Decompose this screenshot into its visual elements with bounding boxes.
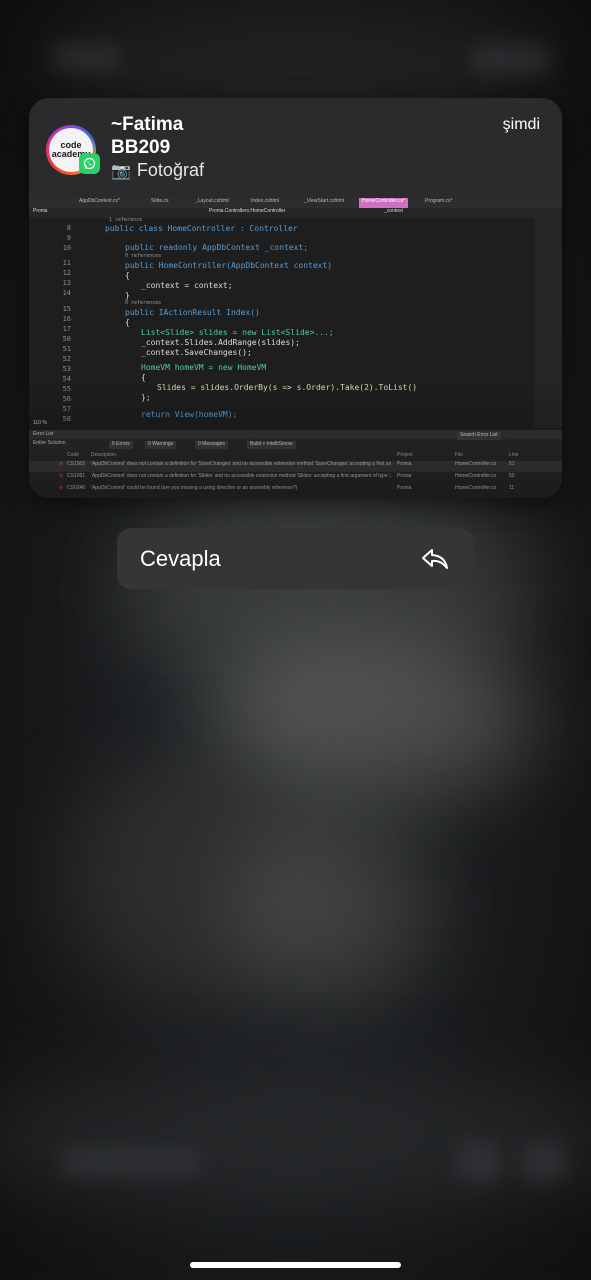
code-reference-hint: 0 references [125,300,162,306]
error-list-title: Error List [33,431,54,437]
tab: _Layout.cshtml [195,198,229,204]
code-line: _context = context; [141,281,233,290]
build-filter-dropdown: Build + IntelliSense [247,441,296,449]
error-description: 'AppDbContext' does not contain a defini… [91,461,391,467]
table-row: ⊗ CS1503 'AppDbContext' does not contain… [29,461,562,472]
error-icon: ⊗ [59,461,64,467]
code-line: public readonly AppDbContext _context; [125,243,309,252]
code-line: { [141,373,146,382]
tab: Slide.cs [151,198,169,204]
line-number: 17 [62,325,71,333]
code-line: return View(homeVM); [141,410,238,419]
namespace-label: Pronia.Controllers.HomeController [209,208,286,214]
col-code: Code [67,452,79,458]
error-file: HomeController.cs [455,473,497,479]
error-code: CS0246 [67,485,86,491]
line-gutter: 8 9 10 11 12 13 14 15 16 17 50 51 52 53 … [29,218,99,430]
line-number: 58 [62,415,71,423]
error-line: 51 [509,461,515,467]
tab: Program.cs* [425,198,453,204]
line-number: 57 [62,405,71,413]
code-line: List<Slide> slides = new List<Slide>...; [141,328,334,337]
notification-time: şimdi [502,116,540,133]
line-number: 16 [62,315,71,323]
group-name: BB209 [111,137,171,158]
camera-icon: 📷 [111,162,131,180]
line-number: 52 [62,355,71,363]
code-line: _context.Slides.AddRange(slides); [141,338,300,347]
project-label: Pronia [33,208,48,214]
code-line: }; [141,393,151,402]
code-line: HomeVM homeVM = new HomeVM [141,363,267,372]
error-project: Pronia [397,473,412,479]
tab: AppDbContext.cs* [79,198,120,204]
col-line: Line [509,452,519,458]
line-number: 15 [62,305,71,313]
code-line: { [125,318,130,327]
tab-active: HomeController.cs* [359,198,409,208]
error-search-box: Search Error List [457,432,501,440]
error-project: Pronia [397,461,412,467]
col-description: Description [91,452,117,458]
error-list-scope: Entire Solution [33,440,66,446]
table-row: ⊗ CS0246 'AppDbContext' could be found (… [29,485,562,496]
line-number: 10 [62,244,71,252]
error-file: HomeController.cs [455,485,497,491]
solution-explorer-panel [534,218,562,428]
reply-arrow-icon [421,547,449,571]
message-preview: 📷 Fotoğraf [111,160,204,181]
code-line: public HomeController(AppDbContext conte… [125,261,333,270]
sender-name: ~Fatima [111,114,184,135]
reply-label: Cevapla [140,545,221,571]
error-file: HomeController.cs [455,461,497,467]
code-line: Slides = slides.OrderBy(s => s.Order).Ta… [157,383,418,392]
member-label: _context [384,208,403,214]
line-number: 13 [62,279,71,287]
code-reference-hint: 1 reference [109,217,143,223]
table-row: ⊗ CS1061 'AppDbContext' does not contain… [29,473,562,484]
line-number: 11 [62,259,71,267]
col-file: File [455,452,464,458]
error-code: CS1503 [67,461,86,467]
warnings-filter-button: 0 Warnings [145,441,177,449]
code-line: _context.SaveChanges(); [141,348,252,357]
code-line: { [125,271,130,280]
notification-card[interactable]: code academy ~Fatima BB209 📷 Fotoğraf şi… [29,98,562,498]
error-icon: ⊗ [59,473,64,479]
error-project: Pronia [397,485,412,491]
code-line: } [125,291,130,300]
line-number: 56 [62,395,71,403]
whatsapp-icon [79,153,100,174]
error-code: CS1061 [67,473,86,479]
tab: _ViewStart.cshtml [304,198,344,204]
errors-filter-button: 5 Errors [109,441,133,449]
attached-photo[interactable]: AppDbContext.cs* Slide.cs _Layout.cshtml… [29,198,562,498]
line-number: 54 [62,375,71,383]
code-reference-hint: 0 references [125,253,162,259]
reply-button[interactable]: Cevapla [117,528,473,589]
home-indicator[interactable] [190,1262,401,1268]
tab: Index.cshtml [251,198,280,204]
line-number: 14 [62,289,71,297]
line-number: 55 [62,385,71,393]
col-project: Project [397,452,413,458]
error-list-panel: Error List Entire Solution 5 Errors 0 Wa… [29,430,562,498]
error-line: 11 [509,485,515,491]
error-description: 'AppDbContext' does not contain a defini… [91,473,391,479]
line-number: 53 [62,365,71,373]
line-number: 12 [62,269,71,277]
line-number: 50 [62,335,71,343]
error-description: 'AppDbContext' could be found (are you m… [91,485,298,491]
line-number: 51 [62,345,71,353]
messages-filter-button: 0 Messages [195,441,228,449]
line-number: 9 [66,234,71,242]
error-line: 50 [509,473,515,479]
line-number: 8 [66,224,71,232]
code-line: public IActionResult Index() [125,308,260,317]
code-line: public class HomeController : Controller [105,224,298,233]
error-icon: ⊗ [59,485,64,491]
zoom-level: 110 % [33,420,47,426]
message-text: Fotoğraf [136,160,204,180]
